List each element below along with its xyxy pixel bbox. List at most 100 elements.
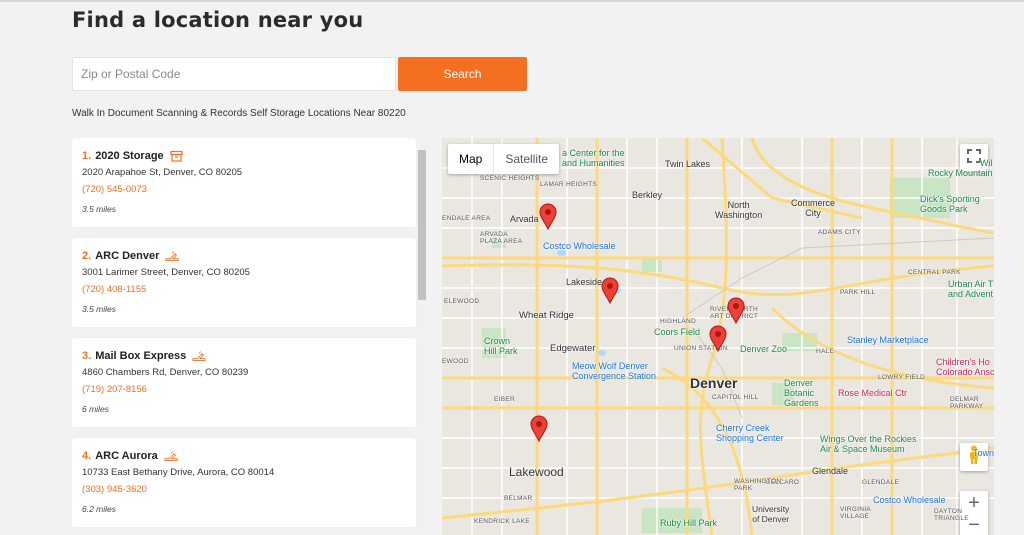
map-label-botanic: Denver Botanic Gardens bbox=[784, 378, 819, 408]
map-label-capitol-hill: CAPITOL HILL bbox=[712, 394, 759, 401]
location-name[interactable]: 2020 Storage bbox=[95, 150, 163, 162]
map-label-virginia: VIRGINIA VILLAGE bbox=[840, 506, 871, 520]
map-label-lakewood: Lakewood bbox=[509, 465, 564, 479]
location-card[interactable]: 4. ARC Aurora 10733 East Bethany Drive, … bbox=[72, 438, 416, 527]
location-marker[interactable] bbox=[530, 415, 548, 443]
location-number: 2. bbox=[82, 250, 92, 262]
page-title: Find a location near you bbox=[72, 8, 364, 32]
location-address: 2020 Arapahoe St, Denver, CO 80205 bbox=[82, 167, 243, 178]
location-number: 1. bbox=[82, 150, 92, 162]
location-distance: 3.5 miles bbox=[82, 204, 117, 214]
map-label-hale: HALE bbox=[816, 348, 835, 355]
location-phone[interactable]: (720) 408-1155 bbox=[82, 284, 416, 295]
map-label-central-park: CENTRAL PARK bbox=[908, 269, 961, 276]
location-distance: 6.2 miles bbox=[82, 504, 117, 514]
zip-search-input[interactable] bbox=[72, 57, 396, 91]
map-label-arvada-plaza: ARVADA PLAZA AREA bbox=[480, 231, 523, 245]
map-label-university: University of Denver bbox=[752, 504, 790, 524]
map-label-berkley: Berkley bbox=[632, 190, 663, 200]
zoom-out-button[interactable]: − bbox=[968, 514, 980, 535]
location-card[interactable]: 3. Mail Box Express 4860 Chambers Rd, De… bbox=[72, 338, 416, 427]
location-title[interactable]: 3. Mail Box Express bbox=[82, 350, 416, 362]
map-type-toggle[interactable]: Map Satellite bbox=[448, 144, 560, 174]
map-label-twin-lakes: Twin Lakes bbox=[665, 159, 711, 169]
map-label-meow-wolf: Meow Wolf Denver Convergence Station bbox=[572, 361, 657, 381]
map-pin-icon bbox=[539, 203, 557, 231]
location-address: 3001 Larimer Street, Denver, CO 80205 bbox=[82, 267, 250, 278]
map-label-glendale-area: GLENDALE bbox=[862, 479, 900, 486]
zoom-in-button[interactable]: + bbox=[968, 492, 980, 514]
search-button[interactable]: Search bbox=[398, 57, 527, 91]
map-label-scenic-heights: SCENIC HEIGHTS bbox=[480, 175, 540, 182]
hand-icon bbox=[165, 250, 179, 262]
hand-icon bbox=[164, 450, 178, 462]
map-pin-icon bbox=[709, 325, 727, 353]
box-icon bbox=[170, 150, 184, 162]
map-label-ewood: EWOOD bbox=[442, 358, 469, 365]
map-label-stanley: Stanley Marketplace bbox=[847, 335, 929, 345]
map-label-rocky: Wil Rocky Mountain bbox=[928, 158, 993, 178]
hand-icon bbox=[192, 350, 206, 362]
map-label-delmar: DELMAR PARKWAY bbox=[950, 396, 984, 410]
map-label-dayton: DAYTON TRIANGLE bbox=[934, 508, 969, 522]
map-label-endale: ENDALE AREA bbox=[442, 215, 491, 222]
location-title[interactable]: 1. 2020 Storage bbox=[82, 150, 416, 162]
map-label-cherry-creek: Cherry Creek Shopping Center bbox=[716, 423, 784, 443]
map-label-coors-field: Coors Field bbox=[654, 327, 701, 337]
results-list[interactable]: 1. 2020 Storage 2020 Arapahoe St, Denver… bbox=[72, 138, 428, 535]
scrollbar-thumb[interactable] bbox=[418, 150, 426, 300]
map-label-dicks: Dick's Sporting Goods Park bbox=[920, 194, 980, 214]
map-label-crown-hill: Crown Hill Park bbox=[484, 336, 518, 356]
location-number: 4. bbox=[82, 450, 92, 462]
map-label-center-arts: a Center for the and Humanities bbox=[562, 148, 625, 168]
results-summary: Walk In Document Scanning & Records Self… bbox=[72, 108, 406, 119]
map-label-lowry: LOWRY FIELD bbox=[878, 374, 926, 381]
map-label-elewood: ELEWOOD bbox=[444, 298, 480, 305]
map-pin-icon bbox=[601, 277, 619, 305]
location-marker[interactable] bbox=[601, 277, 619, 305]
map-label-costco-2: Costco Wholesale bbox=[873, 495, 946, 505]
map-label-belmar: BELMAR bbox=[504, 495, 533, 502]
map-label-urban-air: Urban Air T and Advent bbox=[948, 279, 994, 299]
location-title[interactable]: 4. ARC Aurora bbox=[82, 450, 416, 462]
map-label-ruby-hill: Ruby Hill Park bbox=[660, 518, 718, 528]
map-label-kendrick: KENDRICK LAKE bbox=[474, 518, 530, 525]
map-label-wings: Wings Over the Rockies Air & Space Museu… bbox=[820, 434, 917, 454]
location-phone[interactable]: (720) 545-0073 bbox=[82, 184, 416, 195]
map-label-town: Town bbox=[973, 448, 994, 458]
map-type-map-button[interactable]: Map bbox=[448, 144, 495, 174]
location-marker[interactable] bbox=[709, 325, 727, 353]
map-label-washington-park: WASHINGTON PARK bbox=[734, 478, 782, 492]
map-pin-icon bbox=[530, 415, 548, 443]
map-label-north-washington: North Washington bbox=[715, 200, 763, 220]
map-label-denver: Denver bbox=[690, 375, 738, 391]
location-name[interactable]: Mail Box Express bbox=[95, 350, 186, 362]
location-name[interactable]: ARC Aurora bbox=[95, 450, 158, 462]
map-type-satellite-button[interactable]: Satellite bbox=[494, 144, 559, 174]
location-title[interactable]: 2. ARC Denver bbox=[82, 250, 416, 262]
location-card[interactable]: 2. ARC Denver 3001 Larimer Street, Denve… bbox=[72, 238, 416, 327]
location-phone[interactable]: (303) 945-3620 bbox=[82, 484, 416, 495]
location-distance: 6 miles bbox=[82, 404, 109, 414]
location-marker[interactable] bbox=[539, 203, 557, 231]
map-label-lamar-heights: LAMAR HEIGHTS bbox=[540, 181, 597, 188]
location-phone[interactable]: (719) 207-8156 bbox=[82, 384, 416, 395]
map-label-costco-1: Costco Wholesale bbox=[543, 241, 616, 251]
map[interactable]: Map Satellite + − Denver Lakewood Arvada… bbox=[442, 138, 994, 535]
location-card[interactable]: 1. 2020 Storage 2020 Arapahoe St, Denver… bbox=[72, 138, 416, 227]
map-label-rose: Rose Medical Ctr bbox=[838, 388, 908, 398]
map-label-lakeside: Lakeside bbox=[566, 277, 603, 287]
map-label-denver-zoo: Denver Zoo bbox=[740, 344, 788, 354]
location-marker[interactable] bbox=[727, 297, 745, 325]
map-label-glendale: Glendale bbox=[812, 466, 849, 476]
map-pin-icon bbox=[727, 297, 745, 325]
map-label-childrens: Children's Ho Colorado Ansc bbox=[936, 357, 994, 377]
location-name[interactable]: ARC Denver bbox=[95, 250, 159, 262]
location-address: 4860 Chambers Rd, Denver, CO 80239 bbox=[82, 367, 249, 378]
results-scrollbar[interactable] bbox=[417, 142, 427, 535]
map-label-highland: HIGHLAND bbox=[660, 318, 696, 325]
map-label-adams: ADAMS CITY bbox=[818, 229, 861, 236]
map-label-park-hill: PARK HILL bbox=[840, 289, 876, 296]
map-label-arvada: Arvada bbox=[510, 214, 539, 224]
map-label-wheat-ridge: Wheat Ridge bbox=[519, 310, 574, 321]
